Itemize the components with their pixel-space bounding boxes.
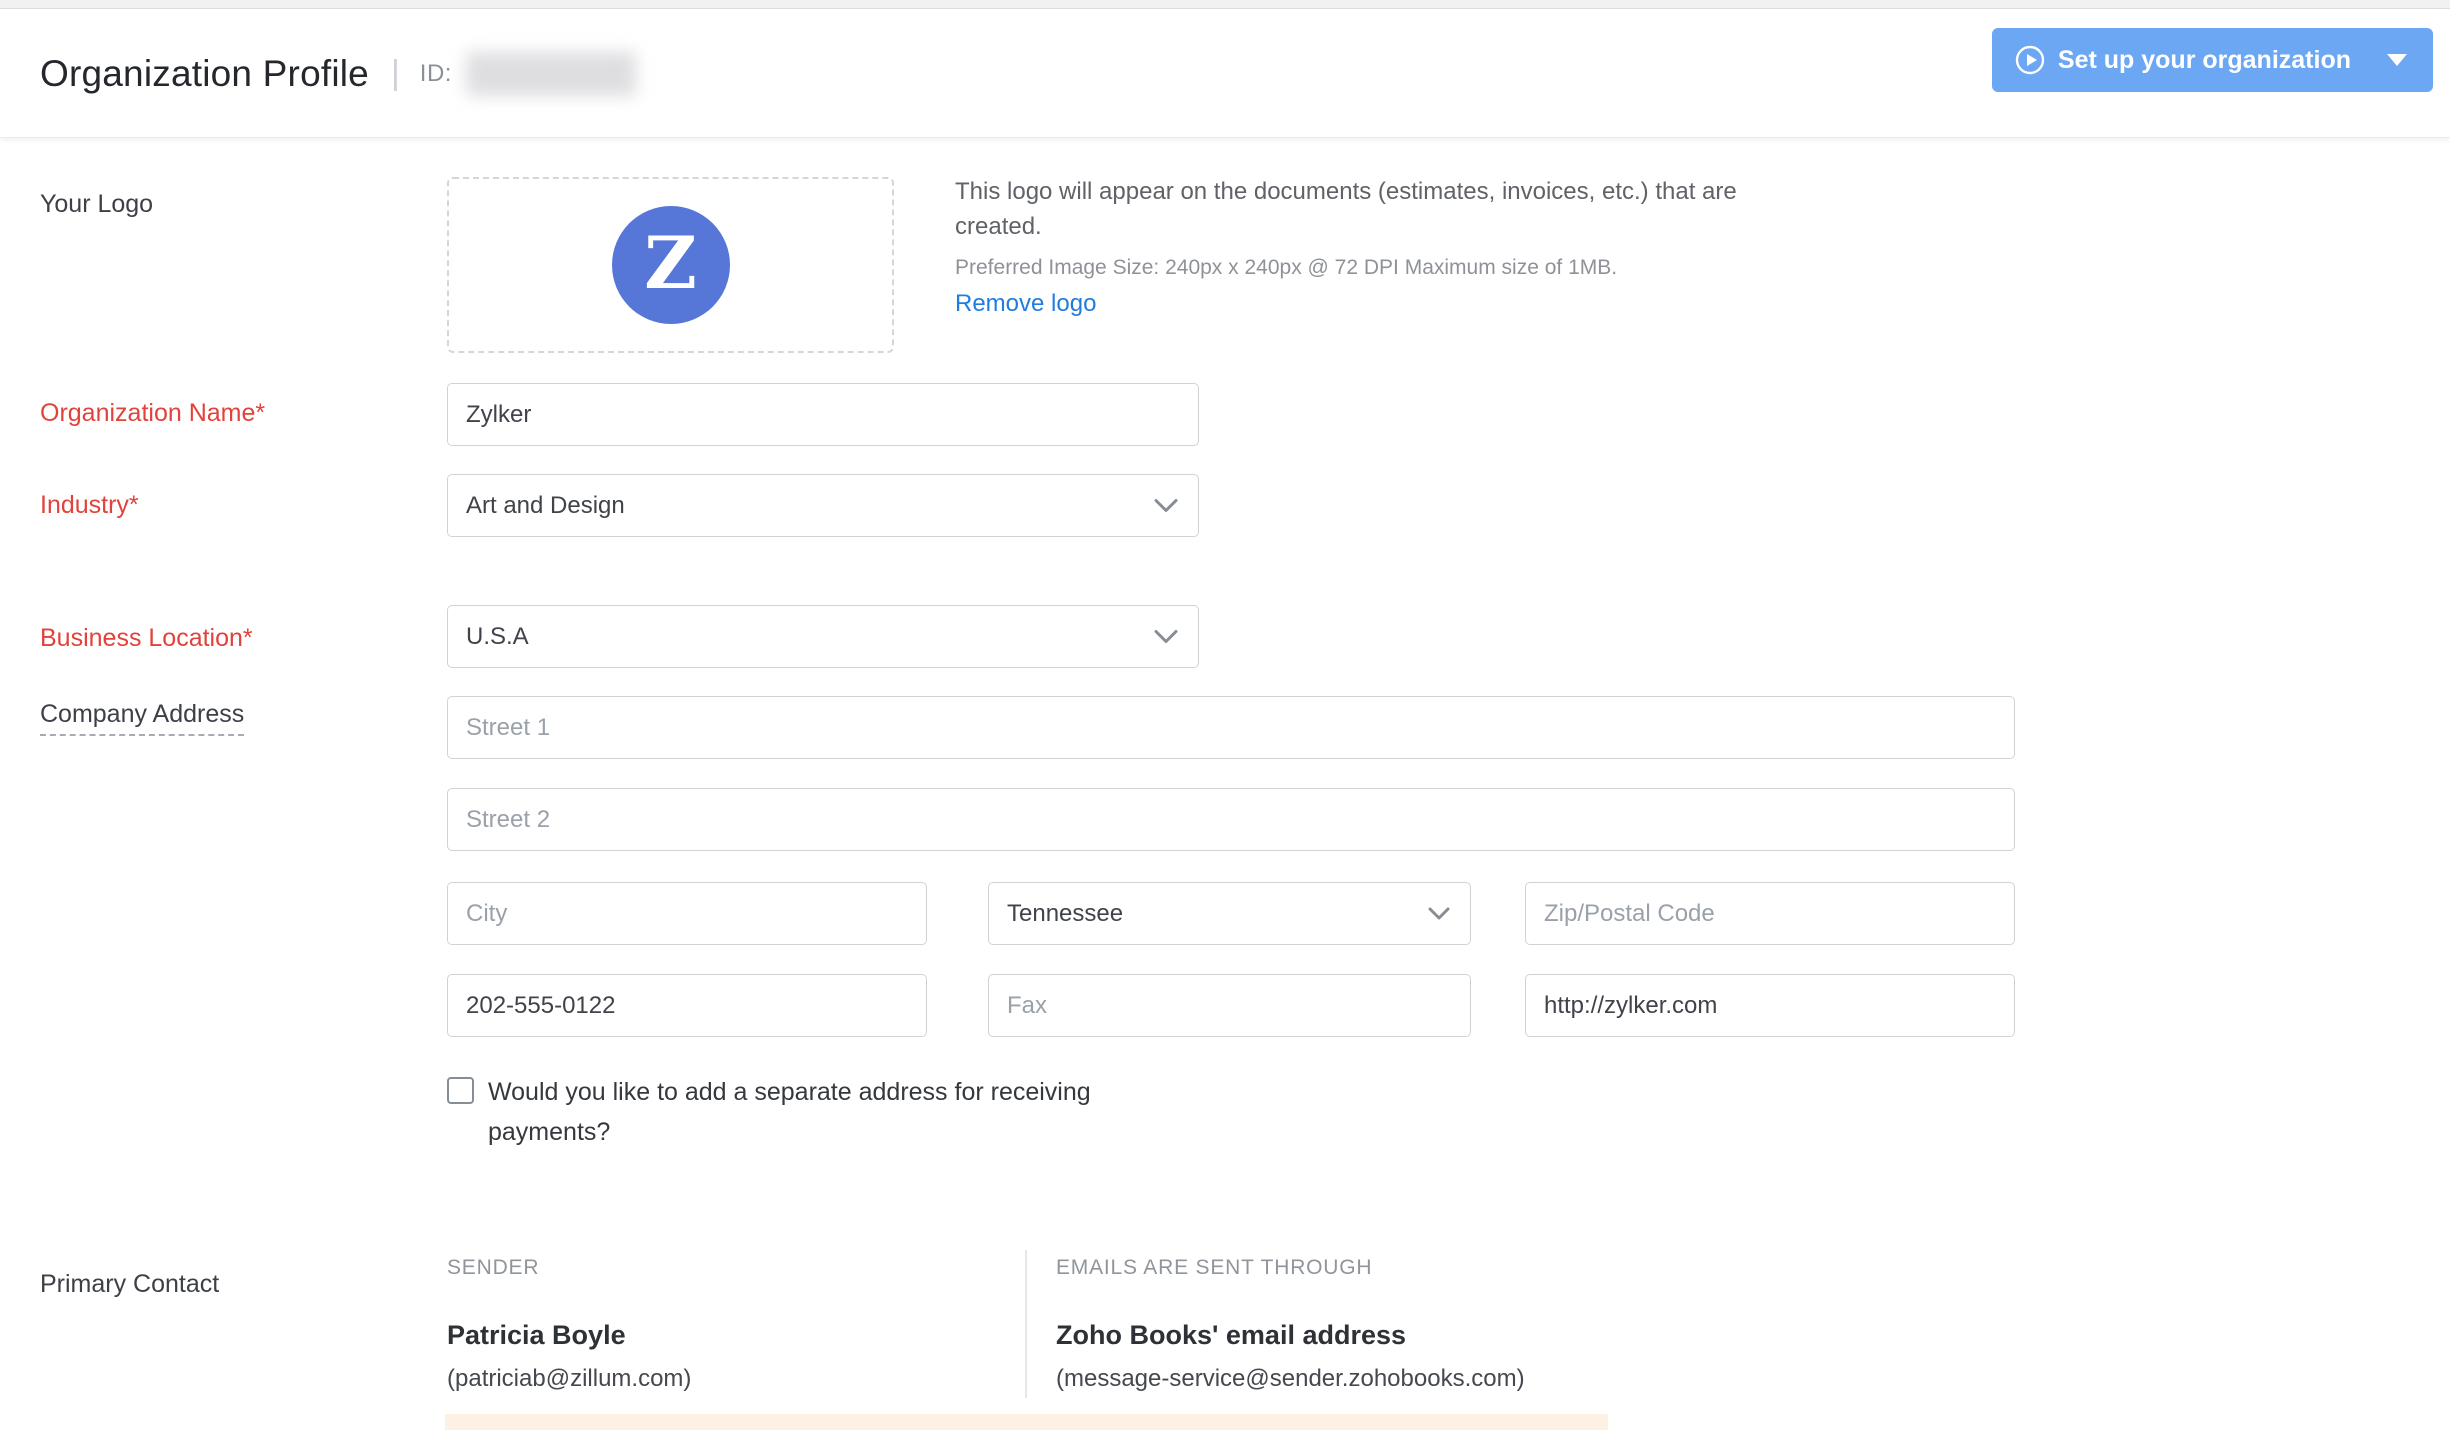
logo-upload-dropzone[interactable]: Z: [447, 177, 894, 353]
street2-input[interactable]: [447, 788, 2015, 851]
logo-letter: Z: [644, 227, 697, 299]
setup-organization-button[interactable]: Set up your organization: [1992, 28, 2433, 92]
emails-sent-through-header: EMAILS ARE SENT THROUGH: [1056, 1256, 1525, 1280]
business-location-selected-value: U.S.A: [466, 623, 529, 651]
business-location-label: Business Location*: [40, 624, 253, 653]
page-title: Organization Profile: [40, 53, 369, 95]
remove-logo-link[interactable]: Remove logo: [955, 290, 1096, 318]
zip-input[interactable]: [1525, 882, 2015, 945]
primary-contact-label: Primary Contact: [40, 1270, 219, 1299]
setup-organization-button-label: Set up your organization: [2058, 46, 2351, 75]
emails-sent-through-name: Zoho Books' email address: [1056, 1320, 1525, 1351]
notice-banner-top-edge: [445, 1414, 1608, 1430]
your-logo-label: Your Logo: [40, 190, 153, 219]
separate-address-checkbox[interactable]: [447, 1077, 474, 1104]
sender-name: Patricia Boyle: [447, 1320, 691, 1351]
logo-size-note: Preferred Image Size: 240px x 240px @ 72…: [955, 256, 1755, 280]
website-input[interactable]: [1525, 974, 2015, 1037]
top-strip: [0, 0, 2450, 9]
industry-label: Industry*: [40, 491, 139, 520]
sender-column: SENDER Patricia Boyle (patriciab@zillum.…: [447, 1256, 691, 1393]
chevron-down-icon: [1154, 629, 1178, 644]
org-id-label: ID:: [420, 60, 452, 88]
state-selected-value: Tennessee: [1007, 900, 1123, 928]
industry-select[interactable]: Art and Design: [447, 474, 1199, 537]
separate-address-checkbox-label: Would you like to add a separate address…: [488, 1072, 1187, 1152]
contact-columns-divider: [1025, 1250, 1027, 1398]
street1-input[interactable]: [447, 696, 2015, 759]
chevron-down-icon: [1154, 498, 1178, 513]
separate-address-row: Would you like to add a separate address…: [447, 1072, 1187, 1152]
emails-sent-through-email: (message-service@sender.zohobooks.com): [1056, 1365, 1525, 1393]
play-icon: [2014, 44, 2046, 76]
sender-email: (patriciab@zillum.com): [447, 1365, 691, 1393]
logo-description-block: This logo will appear on the documents (…: [955, 174, 1755, 318]
state-select[interactable]: Tennessee: [988, 882, 1471, 945]
city-input[interactable]: [447, 882, 927, 945]
page-header: Organization Profile | ID: Set up your o…: [0, 10, 2450, 138]
company-address-label: Company Address: [40, 700, 244, 729]
industry-selected-value: Art and Design: [466, 492, 625, 520]
business-location-select[interactable]: U.S.A: [447, 605, 1199, 668]
phone-input[interactable]: [447, 974, 927, 1037]
organization-name-label: Organization Name*: [40, 399, 265, 428]
title-divider: |: [391, 54, 400, 93]
fax-input[interactable]: [988, 974, 1471, 1037]
organization-name-input[interactable]: [447, 383, 1199, 446]
organization-profile-page: Organization Profile | ID: Set up your o…: [0, 0, 2450, 1430]
org-id-redacted-value: [466, 52, 636, 96]
company-address-label-text: Company Address: [40, 700, 244, 736]
sender-header: SENDER: [447, 1256, 691, 1280]
caret-down-icon: [2387, 54, 2407, 66]
emails-sent-through-column: EMAILS ARE SENT THROUGH Zoho Books' emai…: [1056, 1256, 1525, 1393]
chevron-down-icon: [1428, 907, 1450, 921]
organization-logo: Z: [612, 206, 730, 324]
logo-description-text: This logo will appear on the documents (…: [955, 174, 1755, 244]
